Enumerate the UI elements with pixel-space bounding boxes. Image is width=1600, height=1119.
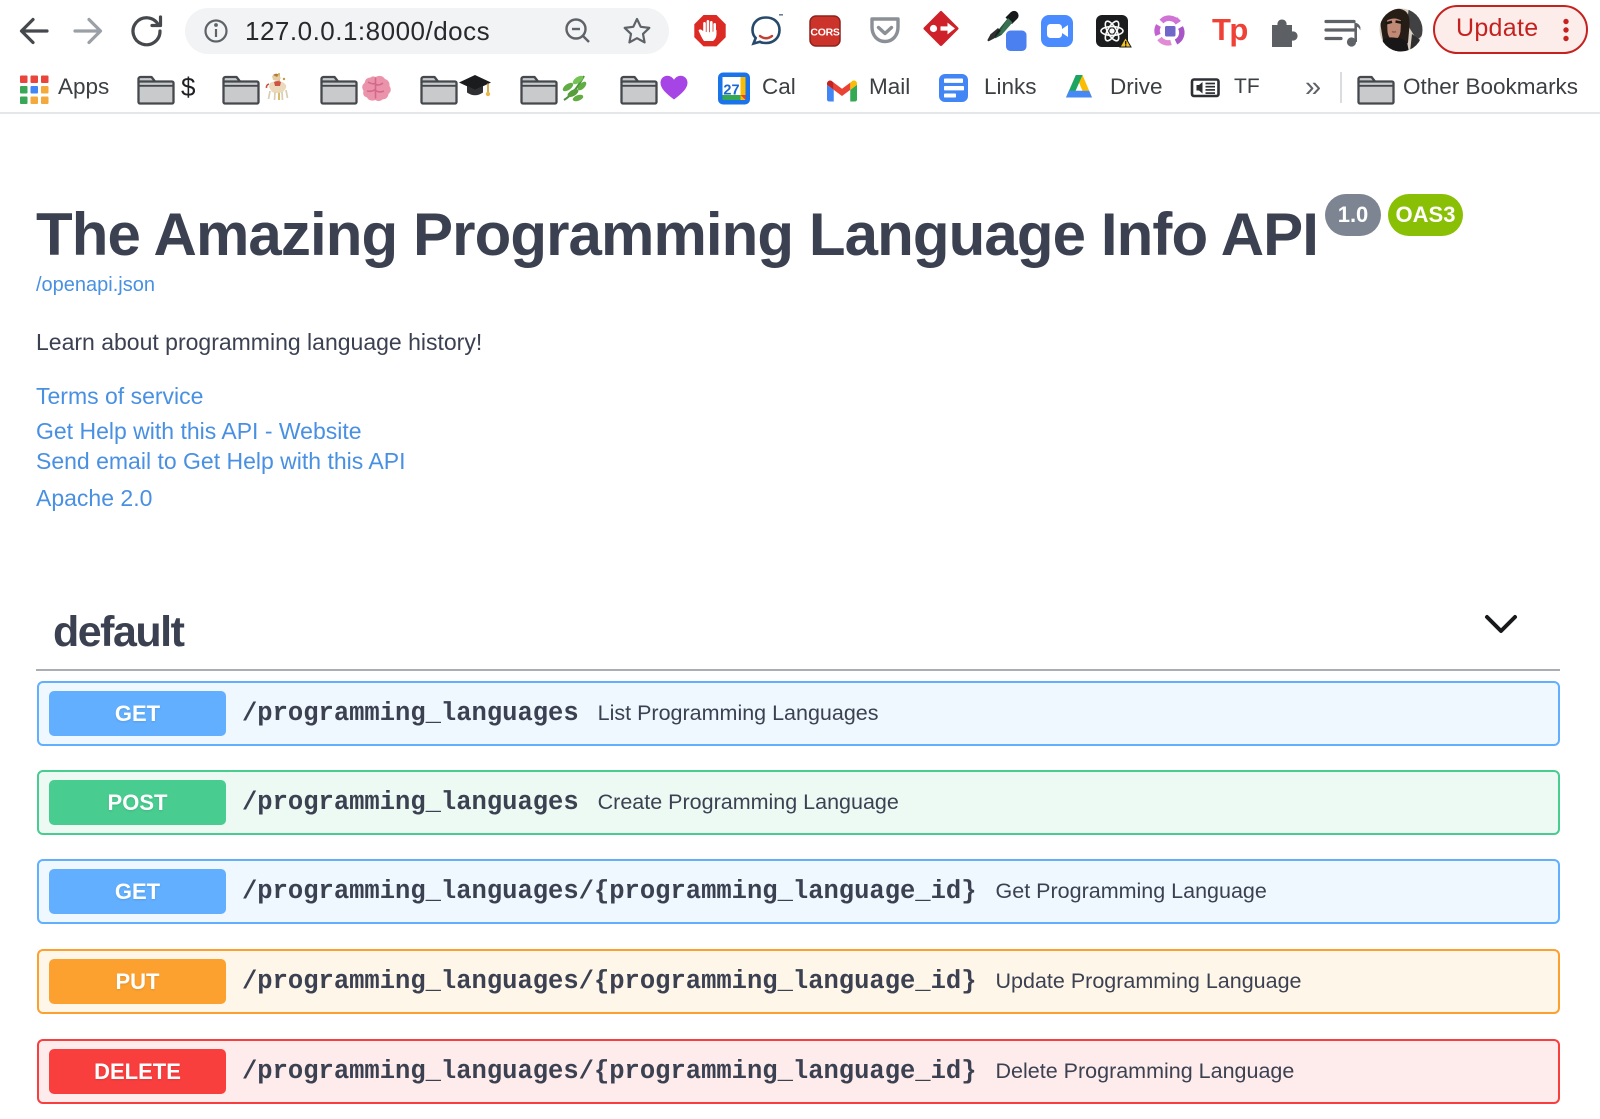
svg-text:Tp: Tp	[1212, 12, 1247, 47]
svg-text:CORS: CORS	[810, 27, 839, 39]
